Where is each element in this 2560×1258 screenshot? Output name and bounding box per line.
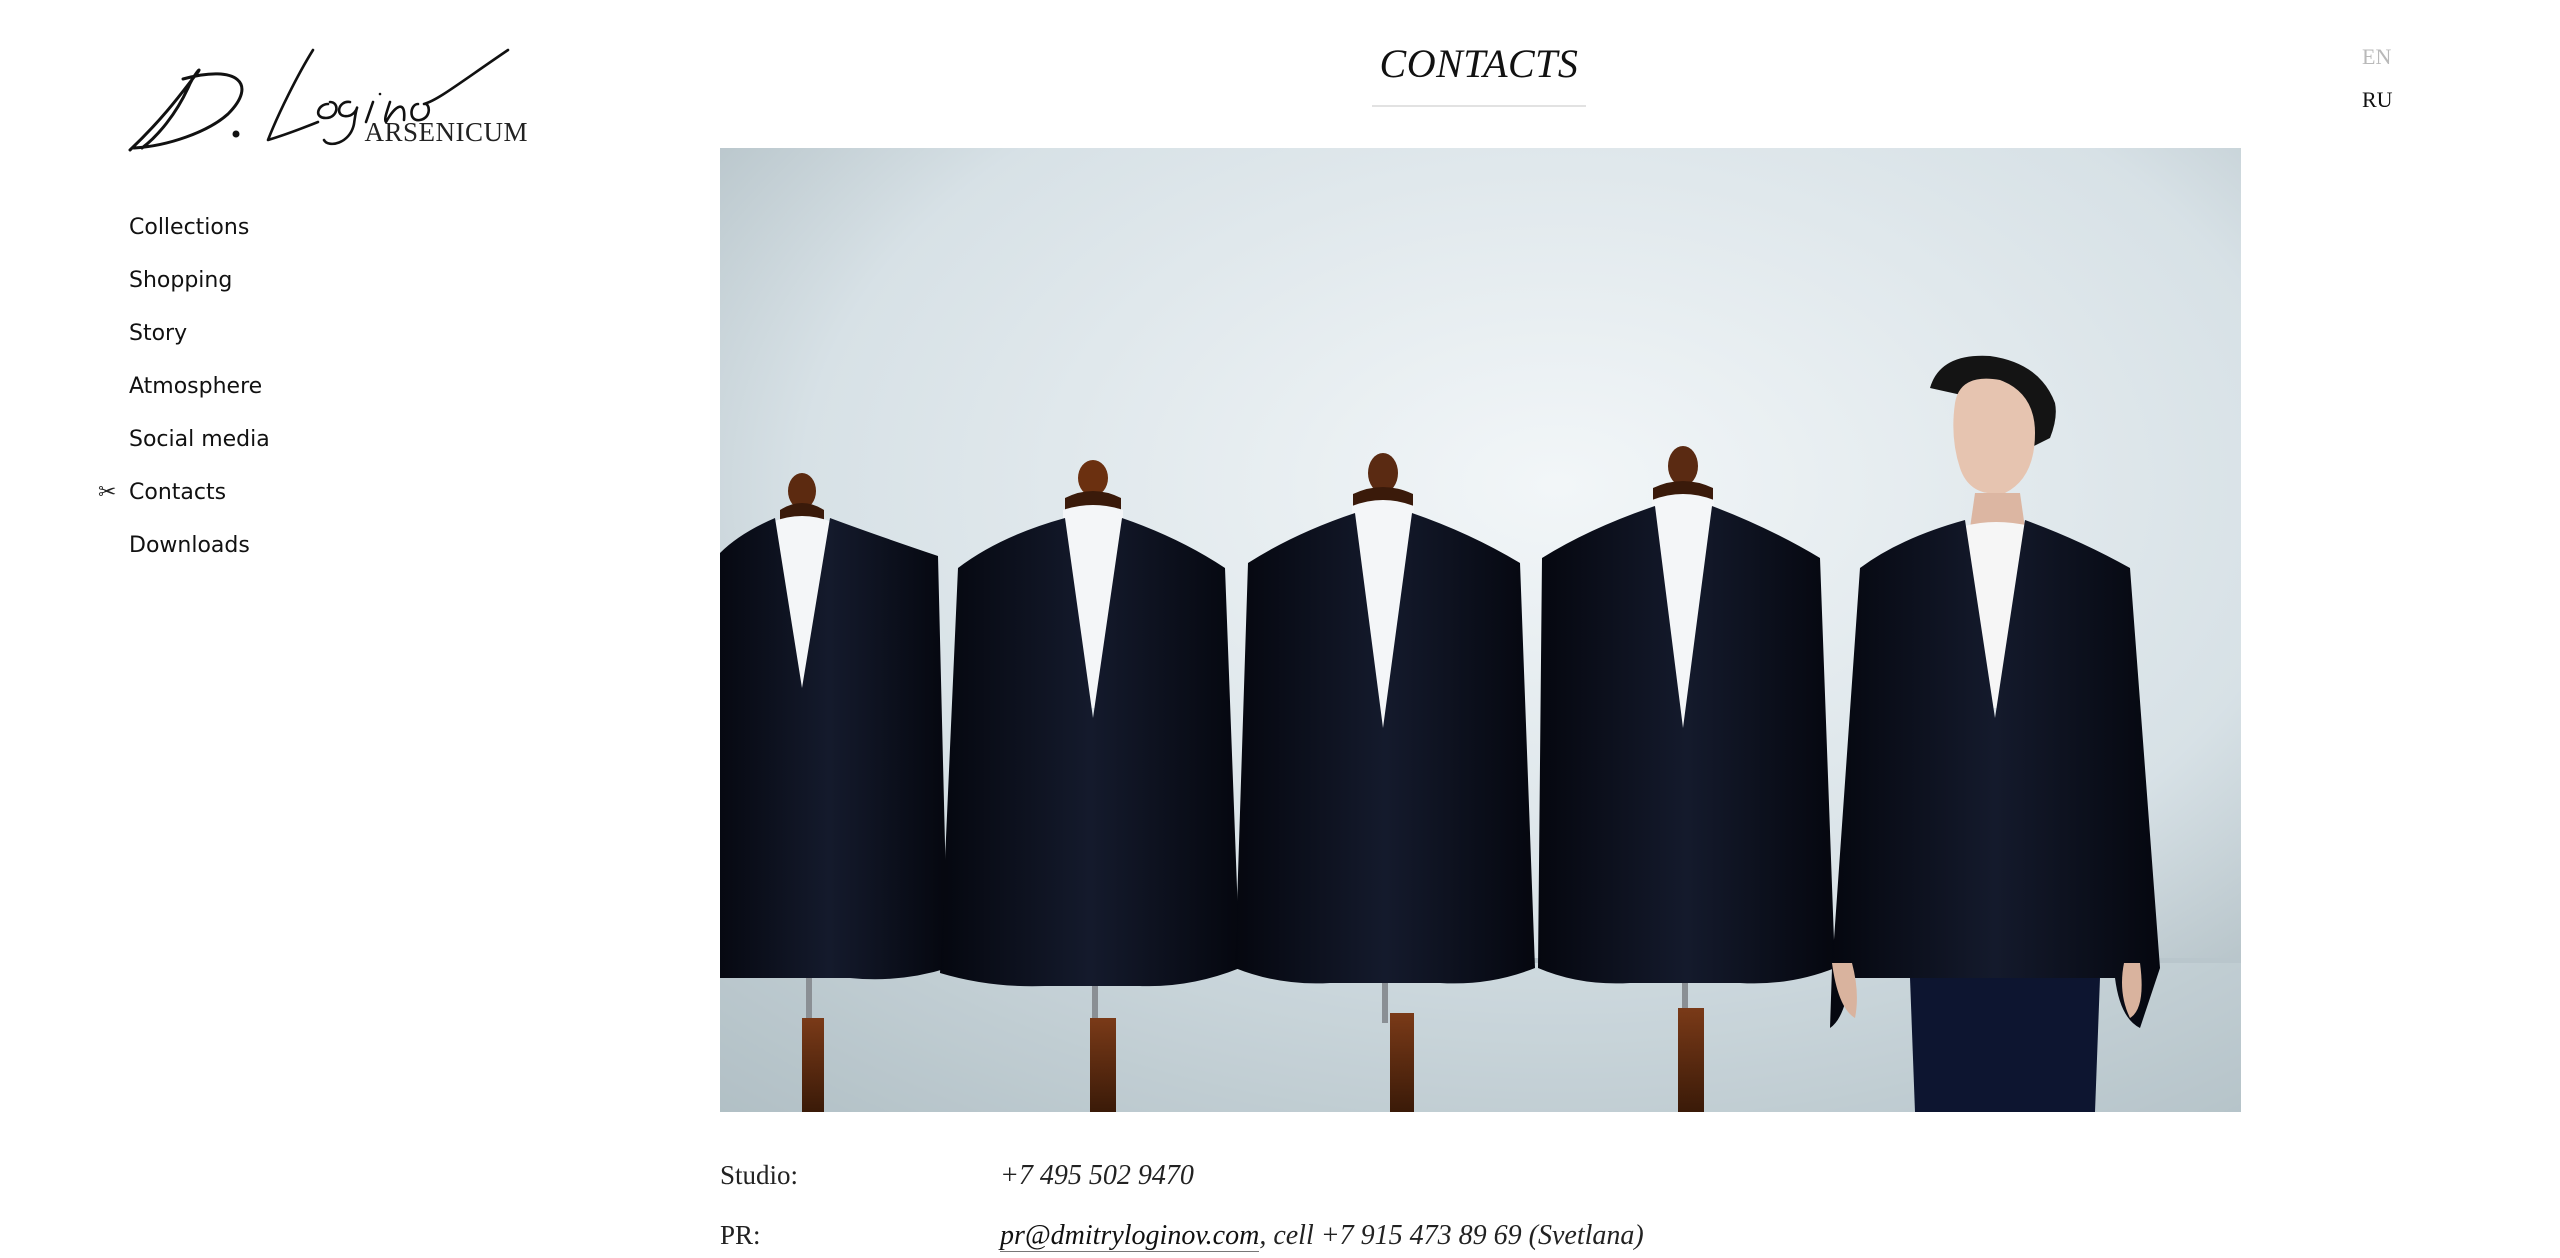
nav-item-label: Atmosphere: [129, 374, 263, 399]
nav-item-label: Downloads: [129, 533, 250, 558]
logo[interactable]: ARSENICUM: [128, 44, 528, 154]
nav-item-atmosphere[interactable]: Atmosphere: [0, 366, 420, 419]
nav-item-label: Social media: [129, 427, 270, 452]
pr-email-link[interactable]: pr@dmitryloginov.com: [1000, 1220, 1260, 1252]
lang-ru-link[interactable]: RU: [2362, 87, 2422, 130]
pr-label: PR:: [720, 1220, 761, 1250]
pr-value: pr@dmitryloginov.com, cell +7 915 473 89…: [1000, 1220, 1644, 1252]
page: ARSENICUM Collections Shopping Story Atm…: [0, 0, 2560, 1258]
nav-item-contacts[interactable]: ✂ Contacts: [0, 472, 420, 525]
nav-item-downloads[interactable]: Downloads: [0, 525, 420, 578]
nav-item-story[interactable]: Story: [0, 313, 420, 366]
nav-item-label: Shopping: [129, 268, 233, 293]
sidebar-nav: Collections Shopping Story Atmosphere So…: [0, 207, 420, 578]
studio-row: Studio: +7 495 502 9470: [720, 1160, 2241, 1220]
nav-item-collections[interactable]: Collections: [0, 207, 420, 260]
lang-en-link[interactable]: EN: [2362, 44, 2422, 87]
scissors-icon: ✂: [98, 480, 117, 505]
page-title-wrap: CONTACTS: [1372, 40, 1586, 107]
nav-item-shopping[interactable]: Shopping: [0, 260, 420, 313]
studio-label: Studio:: [720, 1160, 799, 1190]
nav-item-label: Collections: [129, 215, 250, 240]
hero-photo: [720, 148, 2241, 1112]
nav-item-social-media[interactable]: Social media: [0, 419, 420, 472]
page-title: CONTACTS: [1372, 40, 1586, 107]
tuxedo-photo-image: [720, 148, 2241, 1112]
pr-row: PR: pr@dmitryloginov.com, cell +7 915 47…: [720, 1220, 2241, 1258]
pr-phone-text: , cell +7 915 473 89 69 (Svetlana): [1259, 1220, 1644, 1251]
logo-subtitle: ARSENICUM: [364, 117, 528, 147]
nav-item-label: Story: [129, 321, 188, 346]
studio-phone: +7 495 502 9470: [1000, 1160, 1194, 1191]
nav-item-label: Contacts: [129, 480, 227, 505]
contacts-section: Studio: +7 495 502 9470 PR: pr@dmitrylog…: [720, 1160, 2241, 1258]
language-switcher: EN RU: [2362, 44, 2422, 130]
